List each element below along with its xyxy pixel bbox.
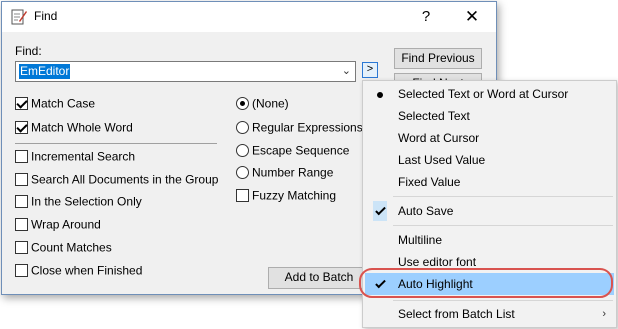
find-label: Find: — [15, 44, 42, 58]
radio-none-label: (None) — [252, 96, 289, 111]
menu-separator — [393, 196, 613, 197]
count-matches-label: Count Matches — [31, 240, 112, 255]
menu-item-multiline[interactable]: Multiline — [365, 229, 614, 251]
highlight-annotation-ring — [359, 268, 613, 298]
menu-item-selected-text[interactable]: Selected Text — [365, 105, 614, 127]
checkbox-box[interactable] — [15, 150, 28, 164]
fuzzy-matching-checkbox[interactable]: Fuzzy Matching — [236, 189, 336, 205]
checkbox-box[interactable] — [15, 195, 28, 209]
chevron-right-icon: › — [602, 308, 606, 320]
more-options-button[interactable]: > — [362, 62, 378, 78]
checkbox-box[interactable] — [15, 264, 28, 278]
help-button[interactable]: ? — [404, 4, 448, 30]
menu-item-label: Word at Cursor — [398, 131, 480, 145]
radio-regex-label: Regular Expressions — [252, 120, 363, 135]
close-when-finished-label: Close when Finished — [31, 263, 143, 278]
radio-escape-label: Escape Sequence — [252, 143, 350, 158]
bullet-icon — [373, 83, 387, 105]
match-whole-word-label: Match Whole Word — [31, 120, 133, 135]
close-button[interactable]: ✕ — [450, 4, 494, 30]
options-divider — [15, 143, 217, 144]
wrap-around-label: Wrap Around — [31, 217, 101, 232]
menu-item-label: Selected Text or Word at Cursor — [398, 87, 569, 101]
checkbox-box[interactable] — [15, 97, 28, 111]
selection-only-checkbox[interactable]: In the Selection Only — [15, 195, 142, 211]
title-bar: Find ? ✕ — [2, 2, 496, 32]
find-previous-button[interactable]: Find Previous — [394, 48, 482, 69]
wrap-around-checkbox[interactable]: Wrap Around — [15, 218, 101, 234]
checkbox-box[interactable] — [15, 241, 28, 255]
add-to-batch-button[interactable]: Add to Batch — [268, 267, 370, 289]
radio-number-range-label: Number Range — [252, 165, 334, 180]
menu-separator — [393, 300, 613, 301]
checkmark-icon — [373, 201, 387, 221]
menu-item-label: Auto Save — [398, 204, 454, 218]
menu-item-label: Multiline — [398, 233, 443, 247]
incremental-search-checkbox[interactable]: Incremental Search — [15, 150, 135, 166]
search-all-documents-label: Search All Documents in the Group — [31, 172, 219, 187]
menu-item-auto-save[interactable]: Auto Save — [365, 200, 614, 222]
menu-item-label: Last Used Value — [398, 153, 486, 167]
menu-separator — [393, 225, 613, 226]
match-case-checkbox[interactable]: Match Case — [15, 97, 95, 113]
search-all-documents-checkbox[interactable]: Search All Documents in the Group — [15, 173, 218, 189]
checkbox-box[interactable] — [15, 173, 28, 187]
menu-item-fixed-value[interactable]: Fixed Value — [365, 171, 614, 193]
radio-regular-expressions[interactable]: Regular Expressions — [236, 121, 363, 137]
radio-circle[interactable] — [236, 121, 249, 135]
count-matches-checkbox[interactable]: Count Matches — [15, 241, 112, 257]
incremental-search-label: Incremental Search — [31, 149, 136, 164]
radio-none[interactable]: (None) — [236, 97, 289, 113]
find-app-icon — [11, 9, 27, 25]
checkbox-box[interactable] — [15, 121, 28, 135]
menu-item-label: Fixed Value — [398, 175, 461, 189]
radio-circle[interactable] — [236, 144, 249, 158]
chevron-down-icon[interactable]: ⌄ — [342, 64, 351, 77]
radio-number-range[interactable]: Number Range — [236, 166, 333, 182]
checkbox-box[interactable] — [236, 189, 249, 203]
close-when-finished-checkbox[interactable]: Close when Finished — [15, 264, 142, 280]
menu-item-word-at-cursor[interactable]: Word at Cursor — [365, 127, 614, 149]
menu-item-label: Selected Text — [398, 109, 470, 123]
menu-item-label: Select from Batch List — [398, 307, 515, 321]
match-case-label: Match Case — [31, 96, 96, 111]
radio-circle[interactable] — [236, 166, 249, 180]
menu-item-select-from-batch-list[interactable]: Select from Batch List › — [365, 303, 614, 325]
selection-only-label: In the Selection Only — [31, 194, 142, 209]
find-input[interactable]: EmEditor ⌄ — [15, 61, 356, 82]
menu-item-selected-text-or-word[interactable]: Selected Text or Word at Cursor — [365, 83, 614, 105]
fuzzy-matching-label: Fuzzy Matching — [252, 188, 337, 203]
checkbox-box[interactable] — [15, 218, 28, 232]
find-input-value[interactable]: EmEditor — [19, 64, 71, 79]
menu-item-last-used-value[interactable]: Last Used Value — [365, 149, 614, 171]
radio-escape-sequence[interactable]: Escape Sequence — [236, 144, 349, 160]
radio-circle[interactable] — [236, 97, 249, 111]
window-title: Find — [34, 9, 58, 23]
match-whole-word-checkbox[interactable]: Match Whole Word — [15, 121, 133, 137]
